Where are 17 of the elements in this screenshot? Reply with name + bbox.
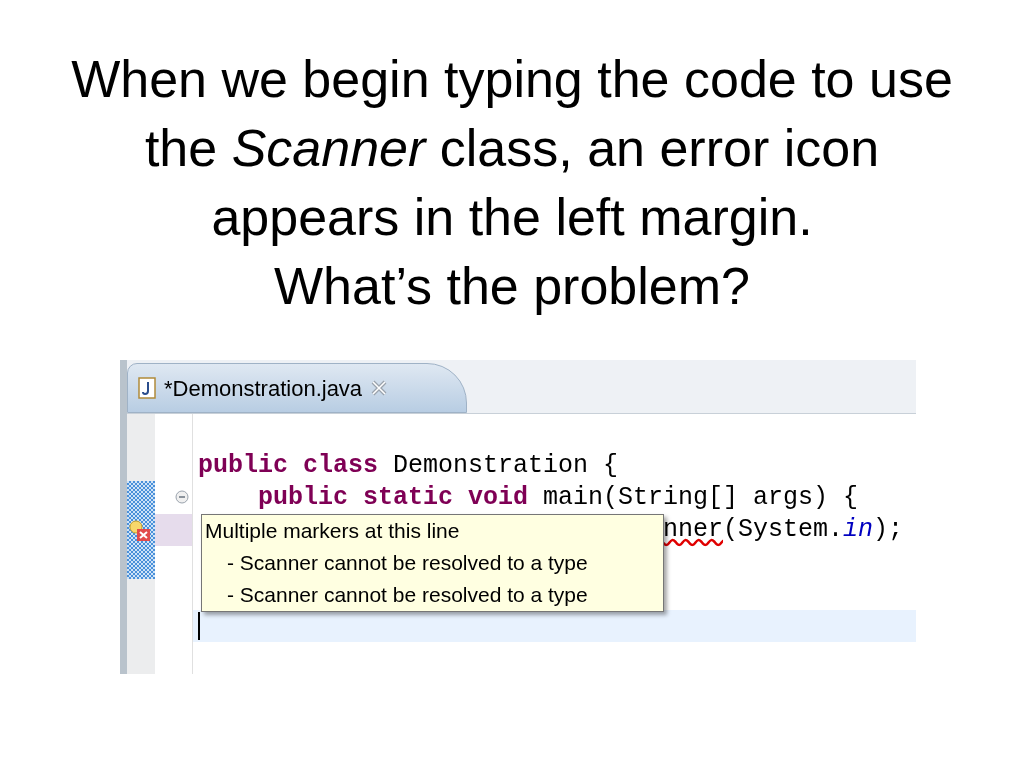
code-line: public class Demonstration {: [198, 450, 619, 482]
slide-title-line: the Scanner class, an error icon: [144, 118, 880, 179]
error-lightbulb-icon[interactable]: [129, 520, 151, 542]
tooltip-message: - Scanner cannot be resolved to a type: [226, 550, 589, 576]
tab-label: *Demonstration.java: [164, 374, 363, 403]
collapse-icon[interactable]: [175, 490, 189, 504]
code-line: nner(System.in);: [663, 514, 904, 546]
java-file-icon: [138, 377, 156, 399]
tooltip-title: Multiple markers at this line: [205, 518, 461, 544]
slide-title-line: What’s the problem?: [274, 256, 750, 317]
close-icon[interactable]: [370, 379, 389, 397]
slide-title-line: When we begin typing the code to use: [71, 49, 953, 110]
slide-title-line: appears in the left margin.: [211, 187, 813, 248]
editor-tab[interactable]: *Demonstration.java: [127, 363, 467, 413]
code-line: public static void main(String[] args) {: [257, 482, 859, 514]
text-cursor: [198, 612, 200, 640]
tooltip-message: - Scanner cannot be resolved to a type: [226, 582, 589, 608]
